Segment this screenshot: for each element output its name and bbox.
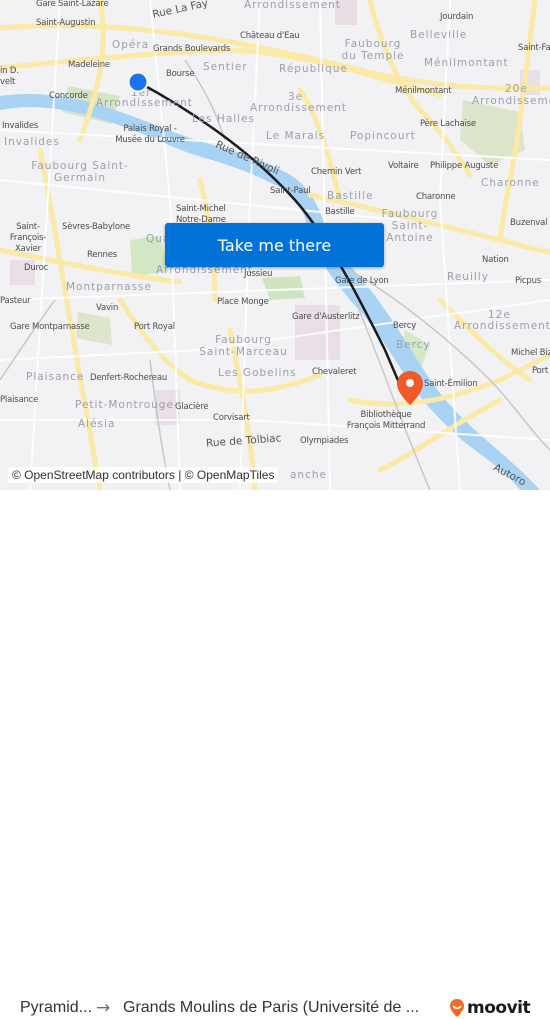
map-label: Place Monge	[217, 297, 269, 307]
map-label: Olympiades	[300, 436, 349, 446]
map-label: Buzenval	[510, 218, 548, 228]
map-label: Montparnasse	[66, 281, 152, 293]
map-label: Vavin	[96, 303, 119, 313]
map-label: Bastille	[325, 207, 355, 217]
map-label: Denfert-Rochereau	[90, 373, 168, 383]
map-label: in D. velt	[0, 66, 19, 87]
route-origin-label: Pyramid...	[20, 999, 93, 1016]
moovit-logo[interactable]: moovit	[449, 997, 531, 1019]
map-label: 12e	[488, 309, 511, 321]
map-view[interactable]: Gare Saint-Lazare Rue La Fay Arrondissem…	[0, 0, 550, 490]
origin-marker[interactable]	[127, 71, 149, 93]
map-label: Faubourg du Temple	[341, 38, 405, 62]
map-label: Petit-Montrouge	[75, 399, 174, 411]
map-label: Port Royal	[134, 322, 175, 332]
map-label: République	[279, 63, 348, 75]
map-label: Pasteur	[0, 296, 31, 306]
map-label: 20e	[505, 83, 528, 95]
map-label: Nation	[482, 255, 509, 265]
map-label: Gare de Lyon	[335, 276, 389, 286]
map-label: Sèvres-Babylone	[62, 222, 131, 232]
map-label: Charonne	[416, 192, 456, 202]
map-label: Gare d'Austerlitz	[292, 312, 360, 322]
map-label: Voltaire	[388, 161, 419, 171]
map-label: Le Marais	[266, 130, 326, 142]
map-label: Gare Montparnasse	[10, 322, 90, 332]
map-label: Reuilly	[447, 271, 489, 283]
map-label: anche	[290, 469, 327, 481]
map-label: Château d'Eau	[240, 31, 300, 41]
map-label: Arrondissement	[454, 320, 550, 332]
map-label: Duroc	[24, 263, 49, 273]
map-label: Alésia	[78, 418, 116, 430]
route-destination-label: Grands Moulins de Paris (Université de .…	[123, 999, 420, 1016]
map-label: Jussieu	[244, 269, 273, 279]
map-label: Grands Boulevards	[153, 44, 231, 54]
map-label: Jourdain	[440, 12, 474, 22]
map-label: Gare Saint-Lazare	[36, 0, 109, 9]
map-label: Invalides	[2, 121, 39, 131]
map-label: Arrondissement	[244, 0, 341, 11]
map-label: Plaisance	[0, 395, 39, 405]
map-label: Ménilmontant	[395, 86, 452, 96]
map-label: Saint-Émilion	[424, 379, 478, 389]
map-label: Faubourg Saint-Germain	[31, 160, 129, 184]
map-label: Invalides	[4, 136, 60, 148]
map-label: Faubourg Saint-Marceau	[199, 334, 288, 358]
take-me-there-button[interactable]: Take me there	[165, 223, 384, 267]
map-label: Saint-François-Xavier	[9, 222, 47, 254]
map-label: Bibliothèque François Mitterrand	[346, 410, 426, 431]
map-label: Madeleine	[68, 60, 110, 70]
map-label: Popincourt	[350, 130, 416, 142]
map-label: Saint-Paul	[270, 186, 311, 196]
map-label: Philippe Auguste	[430, 161, 499, 171]
map-label: Saint-Fa	[518, 43, 550, 53]
map-label: Rennes	[87, 250, 117, 260]
map-label: Saint-Augustin	[36, 18, 96, 28]
map-label: Concorde	[49, 91, 88, 101]
map-label: Charonne	[481, 177, 540, 189]
map-label: Sentier	[203, 61, 248, 73]
moovit-pin-icon	[450, 999, 464, 1017]
map-label: Père Lachaise	[420, 119, 476, 129]
map-label: 3e	[288, 91, 304, 103]
map-label: Arrondissement	[96, 97, 193, 109]
map-label: Ménilmontant	[424, 57, 509, 69]
map-attribution[interactable]: © OpenStreetMap contributors | © OpenMap…	[8, 467, 279, 483]
map-label: Picpus	[515, 276, 541, 286]
map-label: Les Halles	[192, 113, 256, 125]
map-label: Opéra	[112, 39, 150, 51]
arrow-right-icon: →	[96, 998, 111, 1018]
map-label: Bercy	[393, 321, 417, 331]
map-label: Palais Royal - Musée du Louvre	[115, 124, 185, 145]
route-footer: Pyramid... → Grands Moulins de Paris (Un…	[0, 490, 550, 1018]
map-label: Port	[532, 366, 549, 376]
map-label: Bercy	[396, 339, 431, 351]
map-label: Plaisance	[26, 371, 85, 383]
map-label: Arrondissement	[250, 102, 347, 114]
map-label: Chevaleret	[312, 367, 357, 377]
map-label: Bourse	[166, 69, 195, 79]
moovit-wordmark: moovit	[467, 998, 531, 1018]
map-label: Les Gobelins	[218, 367, 297, 379]
map-label: Michel Bizo	[511, 348, 550, 358]
destination-pin-icon[interactable]	[396, 370, 424, 406]
map-label: Arrondissement	[472, 95, 550, 107]
map-label: Chemin Vert	[311, 167, 362, 177]
map-label: Bastille	[327, 190, 374, 202]
map-label: Corvisart	[213, 413, 250, 423]
map-label: Glacière	[175, 402, 209, 412]
map-label: Belleville	[410, 29, 468, 41]
